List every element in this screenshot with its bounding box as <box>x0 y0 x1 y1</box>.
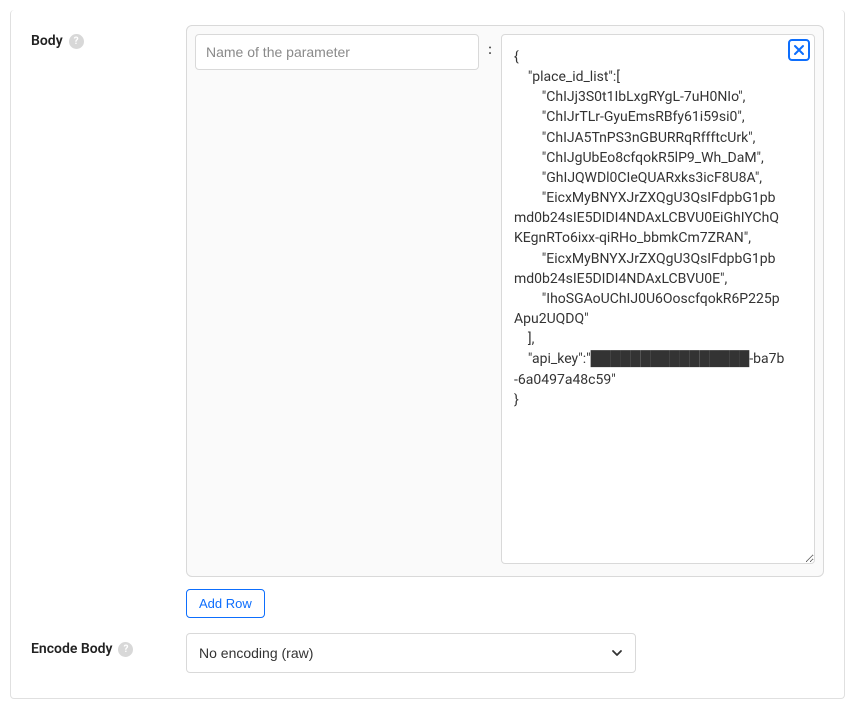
encode-select-wrap: No encoding (raw) <box>186 633 636 673</box>
encode-label: Encode Body <box>31 641 112 657</box>
add-row-button[interactable]: Add Row <box>186 589 265 618</box>
body-row: Body ? : Add Row <box>31 10 824 618</box>
help-icon[interactable]: ? <box>69 34 84 49</box>
param-value-wrap <box>501 34 815 568</box>
colon-separator: : <box>487 34 493 58</box>
body-label-col: Body ? <box>31 25 186 49</box>
encode-label-col: Encode Body ? <box>31 633 186 657</box>
param-row: : <box>195 34 815 568</box>
encode-row: Encode Body ? No encoding (raw) <box>31 618 824 673</box>
close-icon <box>793 44 805 56</box>
param-value-input[interactable] <box>501 34 815 564</box>
param-name-input[interactable] <box>195 34 479 70</box>
encode-content: No encoding (raw) <box>186 633 824 673</box>
delete-param-button[interactable] <box>788 39 810 61</box>
body-label: Body <box>31 33 63 49</box>
form-container: Body ? : Add Row <box>10 10 845 699</box>
body-params-wrapper: : <box>186 25 824 577</box>
body-content: : Add Row <box>186 25 824 618</box>
encode-body-select[interactable]: No encoding (raw) <box>186 633 636 673</box>
help-icon[interactable]: ? <box>118 642 133 657</box>
